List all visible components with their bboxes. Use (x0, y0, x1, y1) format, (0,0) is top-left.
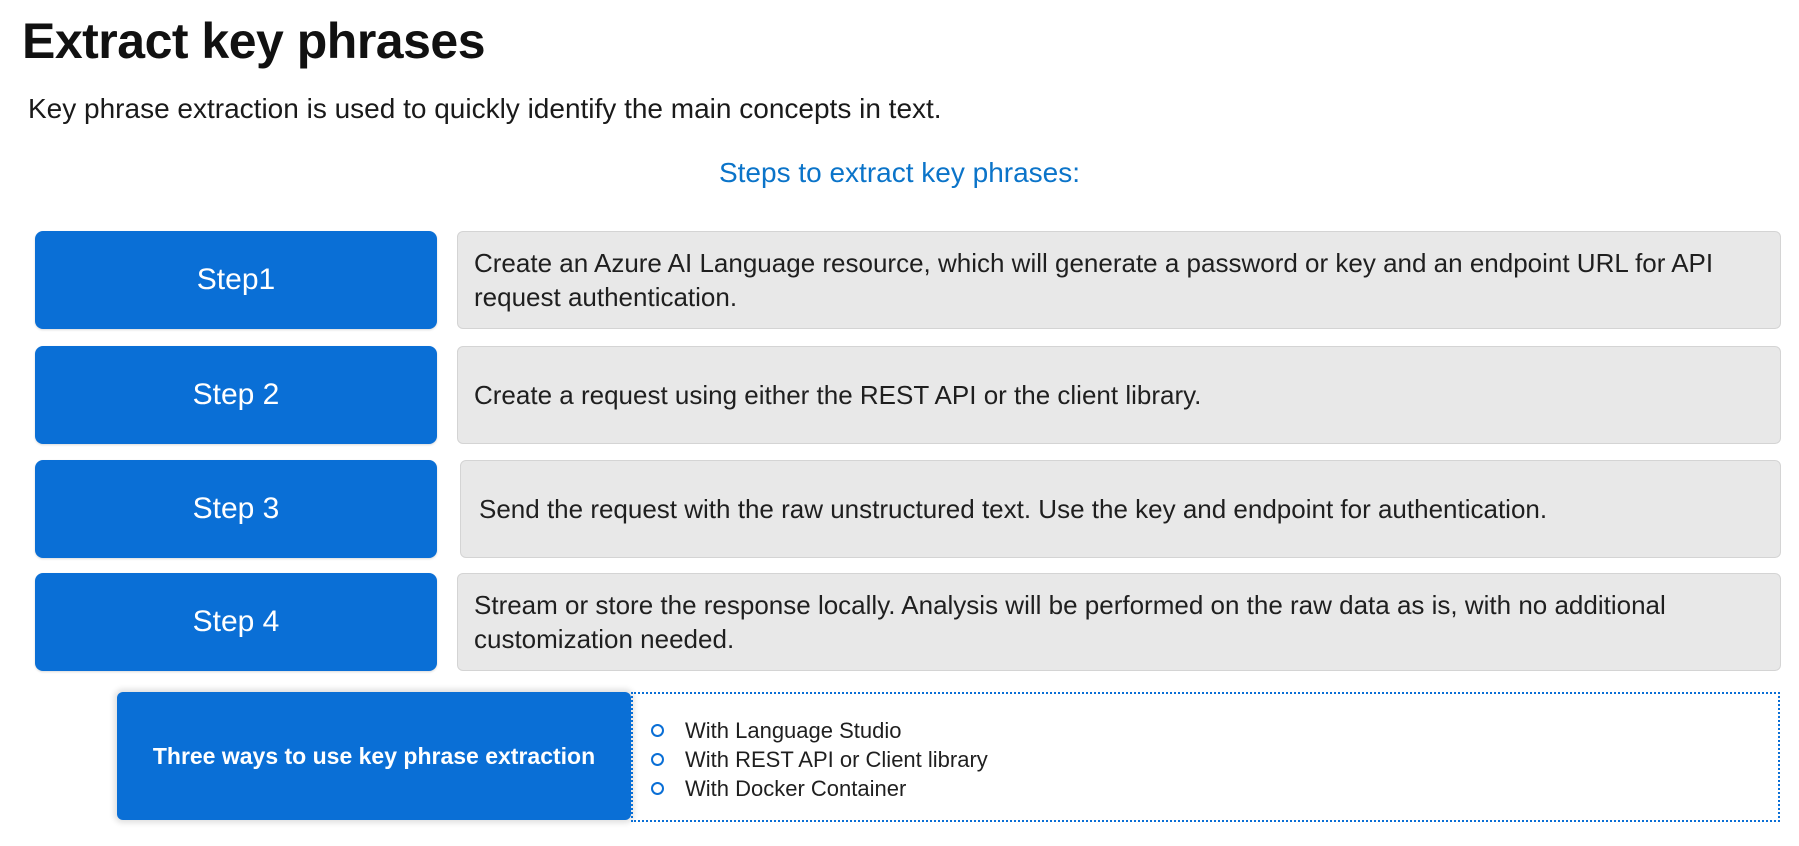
ways-label-box: Three ways to use key phrase extraction (117, 692, 631, 820)
list-item: With Docker Container (651, 774, 1778, 803)
step-3-description: Send the request with the raw unstructur… (460, 460, 1781, 558)
step-3-label: Step 3 (35, 460, 437, 558)
page-title: Extract key phrases (22, 13, 486, 69)
step-1-label: Step1 (35, 231, 437, 329)
ways-list: With Language Studio With REST API or Cl… (633, 694, 1778, 803)
step-row-4: Step 4 Stream or store the response loca… (35, 573, 1781, 671)
page-subtitle: Key phrase extraction is used to quickly… (28, 93, 942, 124)
step-4-label: Step 4 (35, 573, 437, 671)
step-row-2: Step 2 Create a request using either the… (35, 346, 1781, 444)
step-row-1: Step1 Create an Azure AI Language resour… (35, 231, 1781, 329)
list-item: With Language Studio (651, 716, 1778, 745)
ways-item-text: With Language Studio (685, 718, 902, 743)
ways-item-text: With REST API or Client library (685, 747, 988, 772)
circle-bullet-icon (651, 724, 664, 737)
ways-item-text: With Docker Container (685, 776, 907, 801)
step-2-description: Create a request using either the REST A… (457, 346, 1781, 444)
circle-bullet-icon (651, 782, 664, 795)
step-1-description: Create an Azure AI Language resource, wh… (457, 231, 1781, 329)
steps-heading: Steps to extract key phrases: (718, 157, 1081, 188)
step-row-3: Step 3 Send the request with the raw uns… (35, 460, 1781, 558)
circle-bullet-icon (651, 753, 664, 766)
ways-list-box: With Language Studio With REST API or Cl… (631, 692, 1780, 822)
step-4-description: Stream or store the response locally. An… (457, 573, 1781, 671)
list-item: With REST API or Client library (651, 745, 1778, 774)
step-2-label: Step 2 (35, 346, 437, 444)
